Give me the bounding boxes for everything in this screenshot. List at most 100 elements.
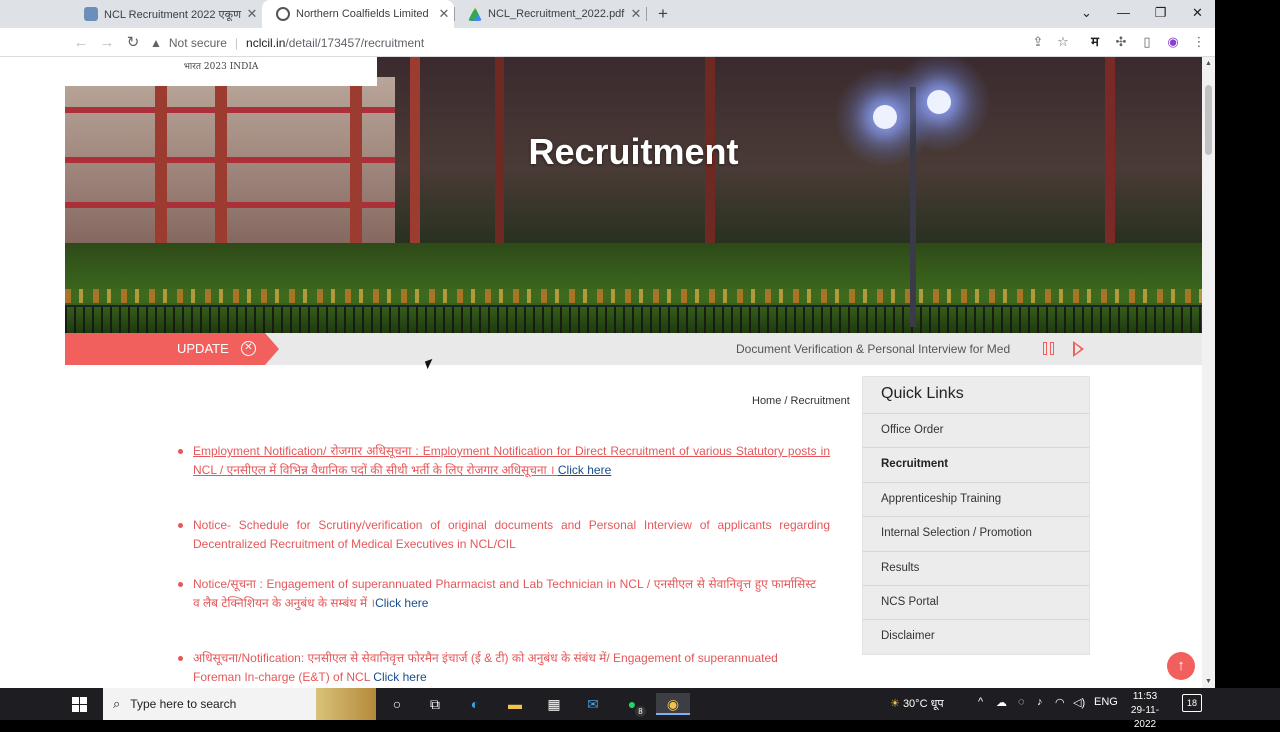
hero-banner-image	[65, 57, 1202, 333]
tab-search-icon[interactable]: ⌄	[1068, 0, 1105, 28]
tab-label: NCL Recruitment 2022 एकूण 405	[104, 8, 242, 21]
edge-icon[interactable]: ◐	[463, 693, 487, 715]
tab-strip: NCL Recruitment 2022 एकूण 405 ✕ Northern…	[0, 0, 1215, 28]
start-tile	[80, 705, 87, 712]
wifi-icon[interactable]: ◠	[1055, 696, 1065, 709]
list-item: Employment Notification/ रोजगार अधिसूचना…	[176, 442, 830, 480]
breadcrumb[interactable]: Home / Recruitment	[752, 395, 850, 407]
lamp-post	[910, 87, 916, 327]
system-clock[interactable]: 11:53 29-11-2022	[1120, 690, 1170, 732]
tab-pdf-drive[interactable]: NCL_Recruitment_2022.pdf - Goo ✕	[454, 0, 646, 28]
quick-link-disclaimer[interactable]: Disclaimer	[863, 620, 1089, 654]
weather-widget[interactable]: ☀ 30°C धूप	[890, 696, 944, 711]
page-title: Recruitment	[528, 131, 739, 172]
close-tab-icon[interactable]: ✕	[626, 6, 646, 22]
profile-avatar-icon[interactable]: ◉	[1164, 33, 1182, 51]
translate-extension-icon[interactable]: म	[1086, 33, 1104, 51]
weather-text: 30°C धूप	[902, 698, 944, 710]
notice-text[interactable]: Employment Notification/ रोजगार अधिसूचना…	[193, 444, 830, 477]
close-tab-icon[interactable]: ✕	[242, 6, 262, 22]
click-here-link[interactable]: Click here	[375, 596, 428, 610]
back-arrow-icon[interactable]: ←	[70, 32, 92, 54]
tab-ncl-recruitment[interactable]: NCL Recruitment 2022 एकूण 405 ✕	[70, 0, 262, 28]
start-tile	[72, 697, 79, 704]
notification-count: 18	[1186, 698, 1197, 708]
tray-overflow-icon[interactable]: ^	[978, 696, 983, 708]
minimize-button[interactable]: —	[1105, 0, 1142, 28]
google-drive-icon	[468, 7, 482, 21]
list-item: Notice/सूचना : Engagement of superannuat…	[176, 575, 816, 613]
back-to-top-button[interactable]: ↑	[1167, 652, 1195, 680]
click-here-link[interactable]: Click here	[558, 463, 611, 477]
quick-link-ncs-portal[interactable]: NCS Portal	[863, 586, 1089, 621]
restore-button[interactable]: ❐	[1142, 0, 1179, 28]
quick-links-title: Quick Links	[863, 377, 1089, 414]
reload-icon[interactable]: ↻	[122, 32, 144, 54]
update-ticker: UPDATE ✕ Document Verification & Persona…	[65, 333, 1202, 365]
clock-date: 29-11-2022	[1130, 705, 1160, 730]
search-placeholder: Type here to search	[130, 697, 237, 711]
fence	[65, 305, 1202, 333]
tab-label: NCL_Recruitment_2022.pdf - Goo	[488, 8, 626, 20]
list-item: अधिसूचना/Notification: एनसीएल से सेवानिव…	[176, 649, 796, 687]
new-tab-button[interactable]: +	[652, 3, 674, 25]
whatsapp-badge: 8	[635, 706, 646, 717]
share-icon[interactable]: ⇪	[1029, 33, 1047, 51]
bookmark-star-icon[interactable]: ☆	[1054, 33, 1072, 51]
language-indicator[interactable]: ENG	[1094, 696, 1118, 708]
click-here-link[interactable]: Click here	[373, 670, 426, 684]
tray-app-icon[interactable]: ◌	[1018, 696, 1025, 708]
tab-label: Northern Coalfields Limited	[296, 8, 429, 20]
url-divider: |	[234, 35, 239, 50]
ticker-pause-icon[interactable]	[1043, 342, 1057, 356]
url-path[interactable]: /detail/173457/recruitment	[285, 36, 424, 50]
ticker-close-icon[interactable]: ✕	[241, 341, 256, 356]
extensions-puzzle-icon[interactable]: ✣	[1112, 33, 1130, 51]
forward-arrow-icon[interactable]: →	[96, 32, 118, 54]
microphone-icon[interactable]: ♪	[1037, 696, 1043, 708]
url-host[interactable]: nclcil.in	[246, 36, 285, 50]
network-icon[interactable]: ☁	[996, 696, 1007, 709]
ticker-play-icon[interactable]	[1073, 341, 1084, 357]
update-label: UPDATE	[177, 341, 229, 356]
tab-northern-coalfields[interactable]: Northern Coalfields Limited ✕	[262, 0, 454, 28]
list-item: Notice- Schedule for Scrutiny/verificati…	[176, 516, 830, 554]
ticker-message[interactable]: Document Verification & Personal Intervi…	[736, 342, 1010, 356]
pause-bar	[1050, 342, 1054, 355]
quick-link-office-order[interactable]: Office Order	[863, 414, 1089, 449]
quick-link-apprenticeship[interactable]: Apprenticeship Training	[863, 483, 1089, 518]
balcony-stripe	[65, 202, 395, 208]
side-panel-icon[interactable]: ▯	[1138, 33, 1156, 51]
quick-link-results[interactable]: Results	[863, 552, 1089, 586]
scroll-up-arrow-icon[interactable]: ▲	[1202, 57, 1215, 70]
scrollbar-thumb[interactable]	[1205, 85, 1212, 155]
quick-link-recruitment[interactable]: Recruitment	[863, 448, 1089, 483]
browser-menu-icon[interactable]: ⋮	[1190, 33, 1208, 51]
notice-text: अधिसूचना/Notification: एनसीएल से सेवानिव…	[193, 651, 778, 684]
security-label[interactable]: Not secure	[169, 36, 227, 50]
notification-center-icon[interactable]: 18	[1182, 694, 1202, 712]
task-view-icon[interactable]: ⧉	[423, 693, 447, 715]
close-tab-icon[interactable]: ✕	[434, 6, 454, 22]
screen-margin	[1215, 0, 1280, 688]
browser-window: NCL Recruitment 2022 एकूण 405 ✕ Northern…	[0, 0, 1280, 730]
volume-icon[interactable]: ◁)	[1073, 696, 1085, 709]
close-window-button[interactable]: ✕	[1179, 0, 1216, 28]
taskbar-search[interactable]: ⌕ Type here to search	[103, 688, 376, 720]
whatsapp-icon[interactable]: ● 8	[620, 693, 646, 717]
browser-toolbar: ← → ↻ ▲ Not secure | nclcil.in /detail/1…	[0, 28, 1215, 57]
address-bar[interactable]: ▲ Not secure | nclcil.in /detail/173457/…	[150, 31, 1030, 54]
file-explorer-icon[interactable]: ▬	[503, 693, 527, 715]
windows-start-icon[interactable]	[68, 694, 92, 714]
page-scrollbar[interactable]: ▲ ▼	[1202, 57, 1215, 688]
quick-link-internal-selection[interactable]: Internal Selection / Promotion	[863, 517, 1089, 552]
chrome-icon[interactable]: ◉	[656, 693, 690, 715]
cortana-icon[interactable]: ○	[385, 693, 409, 715]
pause-bar	[1043, 342, 1047, 355]
mail-icon[interactable]: ✉	[581, 693, 605, 715]
warning-triangle-icon[interactable]: ▲	[150, 36, 162, 50]
scroll-down-arrow-icon[interactable]: ▼	[1202, 675, 1215, 688]
lamp-light	[873, 105, 897, 129]
store-icon[interactable]: ▦	[542, 693, 566, 715]
flower-bed	[65, 289, 1202, 303]
